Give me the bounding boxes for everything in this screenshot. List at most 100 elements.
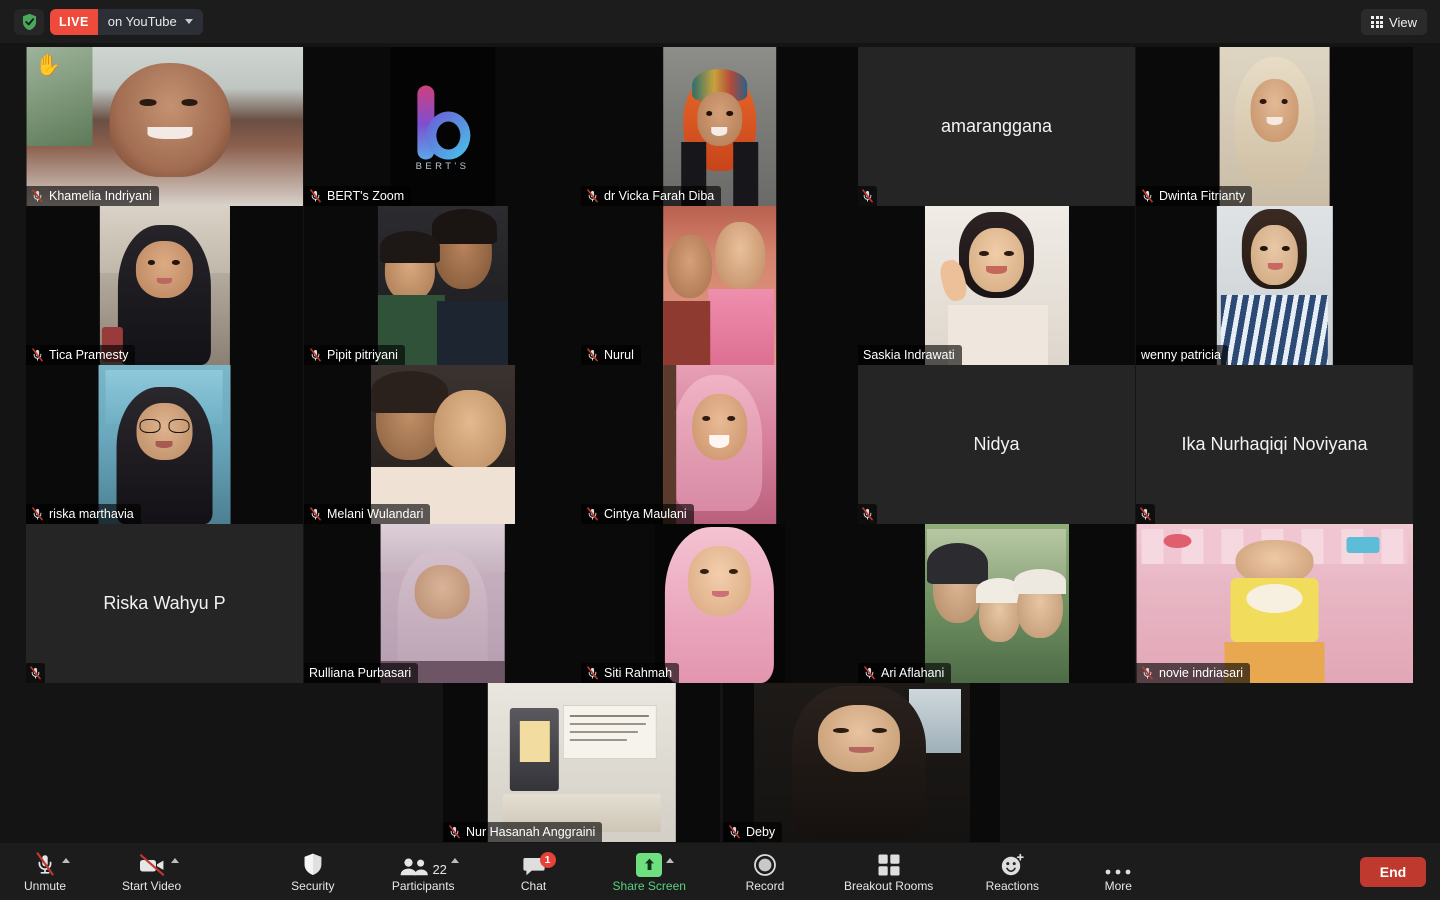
participant-tile[interactable]: Cintya Maulani — [581, 365, 858, 524]
chat-bubble-icon: 1 — [522, 851, 556, 877]
participant-nameplate: Ari Aflahani — [858, 663, 952, 683]
participant-name-label: dr Vicka Farah Diba — [604, 189, 715, 203]
meeting-toolbar: Unmute Start Video Security 22 Participa… — [0, 843, 1440, 900]
toolbar-audio-label: Unmute — [23, 878, 67, 893]
grid-icon — [1371, 16, 1384, 28]
participant-nameplate: Cintya Maulani — [581, 504, 694, 524]
participant-video-feed — [443, 683, 720, 842]
microphone-muted-icon — [32, 851, 58, 877]
top-bar: LIVE on YouTube View — [0, 0, 1440, 43]
toolbar-share-label: Share Screen — [612, 878, 686, 893]
participant-video-feed — [26, 365, 303, 524]
toolbar-record-button[interactable]: Record — [738, 843, 792, 900]
toolbar-video-button[interactable]: Start Video — [122, 843, 181, 900]
toolbar-more-button[interactable]: More — [1091, 843, 1145, 900]
view-button-label: View — [1389, 14, 1417, 30]
mic-muted-icon — [31, 189, 44, 203]
mic-muted-icon — [586, 507, 599, 521]
participant-tile[interactable]: riska marthavia — [26, 365, 303, 524]
end-meeting-button[interactable]: End — [1360, 857, 1426, 887]
participant-video-feed — [858, 524, 1135, 683]
participant-name-label: wenny patricia — [1141, 348, 1221, 362]
toolbar-chat-label: Chat — [520, 878, 547, 893]
toolbar-security-button[interactable]: Security — [286, 843, 340, 900]
participant-tile[interactable]: ✋ Khamelia Indriyani — [26, 47, 303, 206]
toolbar-share-button[interactable]: Share Screen — [613, 843, 686, 900]
participant-tile[interactable]: Tica Pramesty — [26, 206, 303, 365]
toolbar-video-label: Start Video — [122, 878, 182, 893]
participant-video-feed — [26, 206, 303, 365]
mic-muted-icon — [586, 666, 599, 680]
participant-name-label: Pipit pitriyani — [327, 348, 398, 362]
toolbar-reactions-button[interactable]: Reactions — [985, 843, 1039, 900]
shield-icon — [302, 852, 324, 877]
participant-nameplate: Pipit pitriyani — [304, 345, 405, 365]
view-button[interactable]: View — [1361, 9, 1427, 35]
live-platform-label: on YouTube — [107, 14, 177, 29]
participant-name-label: Saskia Indrawati — [863, 348, 955, 362]
participant-nameplate: dr Vicka Farah Diba — [581, 186, 722, 206]
participant-avatar-name: Riska Wahyu P — [26, 524, 303, 683]
video-gallery: ✋ Khamelia Indriyani BERT'S BERT's Zoom — [0, 43, 1440, 843]
participant-tile[interactable]: Nurul — [581, 206, 858, 365]
participant-nameplate: Khamelia Indriyani — [26, 186, 159, 206]
chevron-up-icon[interactable] — [450, 857, 459, 863]
participant-tile[interactable]: wenny patricia — [1136, 206, 1413, 365]
mic-muted-icon — [309, 189, 322, 203]
people-icon — [399, 857, 429, 877]
reactions-smiley-icon — [1000, 853, 1025, 877]
participant-tile[interactable]: dr Vicka Farah Diba — [581, 47, 858, 206]
participant-tile[interactable]: Saskia Indrawati — [858, 206, 1135, 365]
participant-tile[interactable]: Siti Rahmah — [581, 524, 858, 683]
share-screen-icon — [636, 852, 663, 877]
participant-tile[interactable]: BERT'S BERT's Zoom — [304, 47, 581, 206]
participant-tile[interactable]: Ari Aflahani — [858, 524, 1135, 683]
toolbar-record-label: Record — [745, 878, 785, 893]
toolbar-breakout-button[interactable]: Breakout Rooms — [844, 843, 933, 900]
mic-muted-icon — [309, 507, 322, 521]
participant-nameplate: wenny patricia — [1136, 345, 1228, 365]
participant-tile[interactable]: Pipit pitriyani — [304, 206, 581, 365]
participant-nameplate: Nur Hasanah Anggraini — [443, 822, 603, 842]
participant-tile[interactable]: Rulliana Purbasari — [304, 524, 581, 683]
toolbar-audio-button[interactable]: Unmute — [18, 843, 72, 900]
participant-video-feed — [304, 365, 581, 524]
chevron-up-icon[interactable] — [62, 857, 70, 863]
chevron-up-icon[interactable] — [170, 857, 179, 863]
toolbar-reactions-label: Reactions — [985, 878, 1039, 893]
participant-video-feed — [581, 524, 858, 683]
toolbar-participants-button[interactable]: 22 Participants — [392, 843, 459, 900]
toolbar-security-label: Security — [291, 878, 335, 893]
participant-name-label: Melani Wulandari — [327, 507, 424, 521]
participants-count: 22 — [432, 861, 447, 877]
mic-muted-icon — [863, 666, 876, 680]
participant-tile[interactable]: Nidya — [858, 365, 1135, 524]
chevron-up-icon[interactable] — [666, 857, 675, 863]
shield-check-icon[interactable] — [14, 8, 44, 35]
participant-tile[interactable]: Deby — [723, 683, 1000, 842]
mic-muted-icon — [586, 189, 599, 203]
participant-name-label: Nurul — [604, 348, 634, 362]
participant-name-label: Dwinta Fitrianty — [1159, 189, 1246, 203]
participant-tile[interactable]: Melani Wulandari — [304, 365, 581, 524]
participant-tile[interactable]: Ika Nurhaqiqi Noviyana — [1136, 365, 1413, 524]
chevron-down-icon[interactable] — [184, 19, 193, 24]
participant-video-feed — [581, 365, 858, 524]
participant-tile[interactable]: Dwinta Fitrianty — [1136, 47, 1413, 206]
participant-name-label: novie indriasari — [1159, 666, 1244, 680]
record-circle-icon — [753, 853, 777, 877]
participant-tile[interactable]: Nur Hasanah Anggraini — [443, 683, 720, 842]
chat-unread-badge: 1 — [539, 851, 556, 868]
participant-video-feed — [304, 206, 581, 365]
participant-video-feed — [581, 206, 858, 365]
participant-nameplate: Melani Wulandari — [304, 504, 431, 524]
participant-tile[interactable]: amaranggana — [858, 47, 1135, 206]
participant-name-label: Khamelia Indriyani — [49, 189, 152, 203]
camera-muted-icon — [137, 853, 167, 877]
participant-nameplate: Siti Rahmah — [581, 663, 680, 683]
mic-muted-icon — [1139, 507, 1152, 521]
toolbar-chat-button[interactable]: 1 Chat — [507, 843, 561, 900]
participant-tile[interactable]: Riska Wahyu P — [26, 524, 303, 683]
participant-tile[interactable]: novie indriasari — [1136, 524, 1413, 683]
live-status-control[interactable]: LIVE on YouTube — [50, 8, 203, 35]
